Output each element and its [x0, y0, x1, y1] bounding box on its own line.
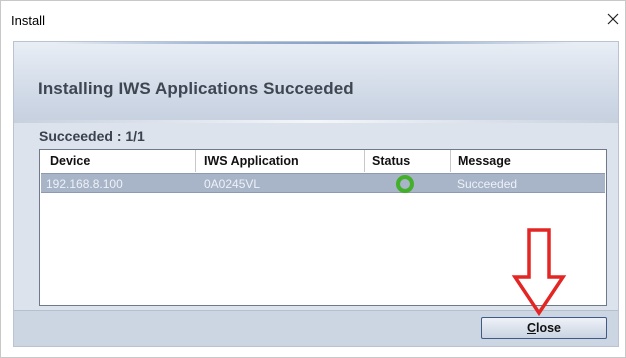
down-arrow-annotation-icon [511, 228, 567, 317]
ok-ring-icon [396, 175, 414, 193]
column-header-application[interactable]: IWS Application [204, 154, 299, 168]
column-header-message[interactable]: Message [458, 154, 511, 168]
cell-application: 0A0245VL [204, 177, 261, 191]
titlebar: Install [1, 1, 625, 39]
header-accent-line [54, 42, 574, 44]
table-row[interactable]: 192.168.8.100 0A0245VL Succeeded [41, 173, 605, 193]
header-title: Installing IWS Applications Succeeded [38, 79, 354, 98]
column-separator[interactable] [450, 150, 451, 172]
install-window: Install Installing IWS Applications Succ… [0, 0, 626, 358]
close-button[interactable]: Close [481, 317, 607, 339]
close-button-accelerator: C [526, 321, 536, 335]
column-separator[interactable] [195, 150, 196, 172]
close-button-label: lose [536, 321, 562, 335]
header-divider [14, 120, 618, 123]
column-separator[interactable] [364, 150, 365, 172]
close-icon[interactable] [605, 11, 621, 27]
cell-device: 192.168.8.100 [46, 177, 123, 191]
summary-text: Succeeded : 1/1 [39, 128, 145, 144]
header-band: Installing IWS Applications Succeeded [14, 42, 618, 122]
column-header-status[interactable]: Status [372, 154, 410, 168]
window-title: Install [11, 13, 45, 28]
table-header: Device IWS Application Status Message [40, 150, 606, 172]
column-header-device[interactable]: Device [50, 154, 90, 168]
cell-message: Succeeded [457, 177, 518, 191]
